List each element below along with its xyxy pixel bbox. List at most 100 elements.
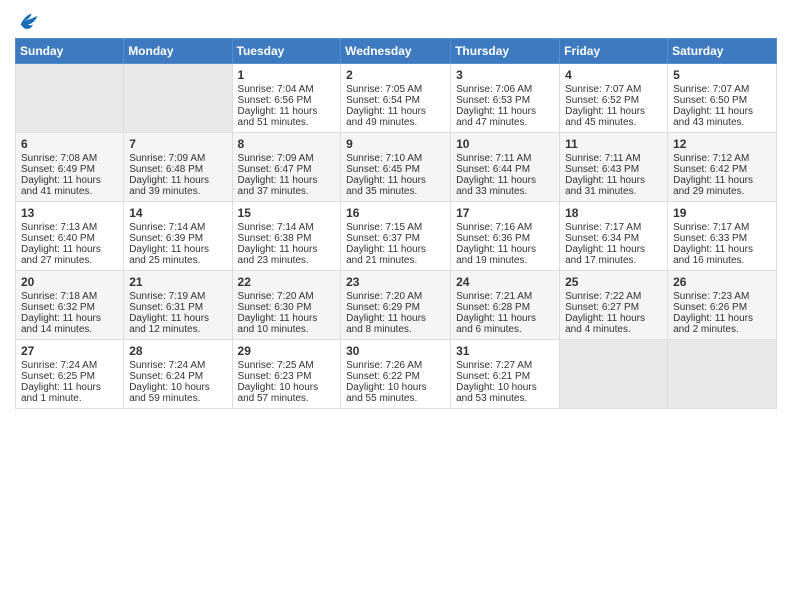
calendar-cell: 17Sunrise: 7:16 AMSunset: 6:36 PMDayligh… [451, 202, 560, 271]
day-number: 29 [238, 344, 336, 358]
calendar-cell: 6Sunrise: 7:08 AMSunset: 6:49 PMDaylight… [16, 133, 124, 202]
day-info-line: Sunrise: 7:21 AM [456, 291, 554, 302]
calendar-cell: 26Sunrise: 7:23 AMSunset: 6:26 PMDayligh… [668, 271, 777, 340]
logo-bird-icon [17, 10, 39, 32]
day-number: 6 [21, 137, 118, 151]
day-number: 3 [456, 68, 554, 82]
day-info-line: Sunrise: 7:14 AM [238, 222, 336, 233]
calendar-cell: 10Sunrise: 7:11 AMSunset: 6:44 PMDayligh… [451, 133, 560, 202]
day-info-line: Sunrise: 7:06 AM [456, 84, 554, 95]
day-number: 24 [456, 275, 554, 289]
day-info-line: Daylight: 11 hours and 31 minutes. [565, 175, 662, 197]
day-info-line: Sunrise: 7:24 AM [129, 360, 226, 371]
calendar-cell: 21Sunrise: 7:19 AMSunset: 6:31 PMDayligh… [124, 271, 232, 340]
day-info-line: Sunrise: 7:12 AM [673, 153, 771, 164]
day-info-line: Daylight: 11 hours and 47 minutes. [456, 106, 554, 128]
day-number: 19 [673, 206, 771, 220]
day-info-line: Daylight: 11 hours and 39 minutes. [129, 175, 226, 197]
day-header-monday: Monday [124, 39, 232, 64]
day-info-line: Sunrise: 7:15 AM [346, 222, 445, 233]
day-header-saturday: Saturday [668, 39, 777, 64]
day-number: 10 [456, 137, 554, 151]
day-info-line: Sunrise: 7:04 AM [238, 84, 336, 95]
day-info-line: Sunset: 6:52 PM [565, 95, 662, 106]
day-number: 21 [129, 275, 226, 289]
calendar-body: 1Sunrise: 7:04 AMSunset: 6:56 PMDaylight… [16, 64, 777, 409]
calendar-cell: 16Sunrise: 7:15 AMSunset: 6:37 PMDayligh… [341, 202, 451, 271]
calendar-cell: 23Sunrise: 7:20 AMSunset: 6:29 PMDayligh… [341, 271, 451, 340]
day-info-line: Daylight: 11 hours and 37 minutes. [238, 175, 336, 197]
day-info-line: Sunset: 6:54 PM [346, 95, 445, 106]
day-info-line: Daylight: 11 hours and 33 minutes. [456, 175, 554, 197]
calendar-cell: 9Sunrise: 7:10 AMSunset: 6:45 PMDaylight… [341, 133, 451, 202]
calendar-cell: 12Sunrise: 7:12 AMSunset: 6:42 PMDayligh… [668, 133, 777, 202]
day-info-line: Daylight: 11 hours and 16 minutes. [673, 244, 771, 266]
day-number: 13 [21, 206, 118, 220]
day-info-line: Sunset: 6:25 PM [21, 371, 118, 382]
day-info-line: Sunrise: 7:14 AM [129, 222, 226, 233]
logo [15, 10, 39, 32]
day-info-line: Daylight: 10 hours and 55 minutes. [346, 382, 445, 404]
day-info-line: Sunrise: 7:08 AM [21, 153, 118, 164]
day-info-line: Sunset: 6:48 PM [129, 164, 226, 175]
day-number: 2 [346, 68, 445, 82]
calendar-cell: 13Sunrise: 7:13 AMSunset: 6:40 PMDayligh… [16, 202, 124, 271]
day-number: 25 [565, 275, 662, 289]
day-header-tuesday: Tuesday [232, 39, 341, 64]
calendar-cell [16, 64, 124, 133]
day-info-line: Daylight: 11 hours and 51 minutes. [238, 106, 336, 128]
calendar-cell: 4Sunrise: 7:07 AMSunset: 6:52 PMDaylight… [560, 64, 668, 133]
day-number: 14 [129, 206, 226, 220]
day-info-line: Daylight: 11 hours and 4 minutes. [565, 313, 662, 335]
page-header [15, 10, 777, 32]
day-info-line: Daylight: 11 hours and 10 minutes. [238, 313, 336, 335]
day-info-line: Daylight: 11 hours and 8 minutes. [346, 313, 445, 335]
calendar-week-5: 27Sunrise: 7:24 AMSunset: 6:25 PMDayligh… [16, 340, 777, 409]
calendar-cell: 20Sunrise: 7:18 AMSunset: 6:32 PMDayligh… [16, 271, 124, 340]
day-info-line: Sunset: 6:33 PM [673, 233, 771, 244]
day-info-line: Sunset: 6:56 PM [238, 95, 336, 106]
day-number: 18 [565, 206, 662, 220]
calendar-cell: 24 Sunrise: 7:21 AMSunset: 6:28 PMDayligh… [451, 271, 560, 340]
calendar-cell: 30Sunrise: 7:26 AMSunset: 6:22 PMDayligh… [341, 340, 451, 409]
day-info-line: Sunrise: 7:19 AM [129, 291, 226, 302]
day-info-line: Daylight: 11 hours and 21 minutes. [346, 244, 445, 266]
day-info-line: Daylight: 11 hours and 25 minutes. [129, 244, 226, 266]
day-info-line: Sunrise: 7:27 AM [456, 360, 554, 371]
day-info-line: Sunrise: 7:18 AM [21, 291, 118, 302]
day-info-line: Sunrise: 7:13 AM [21, 222, 118, 233]
day-number: 16 [346, 206, 445, 220]
day-number: 28 [129, 344, 226, 358]
day-info-line: Sunset: 6:24 PM [129, 371, 226, 382]
day-info-line: Sunset: 6:36 PM [456, 233, 554, 244]
calendar-cell [668, 340, 777, 409]
day-info-line: Sunset: 6:28 PM [456, 302, 554, 313]
calendar-header: SundayMondayTuesdayWednesdayThursdayFrid… [16, 39, 777, 64]
calendar-cell: 25Sunrise: 7:22 AMSunset: 6:27 PMDayligh… [560, 271, 668, 340]
day-number: 22 [238, 275, 336, 289]
day-number: 31 [456, 344, 554, 358]
day-number: 9 [346, 137, 445, 151]
day-info-line: Daylight: 11 hours and 49 minutes. [346, 106, 445, 128]
day-number: 7 [129, 137, 226, 151]
calendar-cell: 29Sunrise: 7:25 AMSunset: 6:23 PMDayligh… [232, 340, 341, 409]
day-info-line: Sunrise: 7:20 AM [238, 291, 336, 302]
calendar-cell: 27Sunrise: 7:24 AMSunset: 6:25 PMDayligh… [16, 340, 124, 409]
day-info-line: Sunset: 6:27 PM [565, 302, 662, 313]
day-info-line: Sunrise: 7:09 AM [238, 153, 336, 164]
calendar-cell: 11Sunrise: 7:11 AMSunset: 6:43 PMDayligh… [560, 133, 668, 202]
day-number: 15 [238, 206, 336, 220]
day-info-line: Sunrise: 7:20 AM [346, 291, 445, 302]
day-info-line: Daylight: 11 hours and 6 minutes. [456, 313, 554, 335]
calendar-cell: 7Sunrise: 7:09 AMSunset: 6:48 PMDaylight… [124, 133, 232, 202]
day-info-line: Sunset: 6:23 PM [238, 371, 336, 382]
day-info-line: Daylight: 11 hours and 41 minutes. [21, 175, 118, 197]
day-info-line: Sunset: 6:26 PM [673, 302, 771, 313]
day-number: 4 [565, 68, 662, 82]
day-info-line: Sunrise: 7:05 AM [346, 84, 445, 95]
day-info-line: Daylight: 11 hours and 23 minutes. [238, 244, 336, 266]
day-info-line: Daylight: 11 hours and 14 minutes. [21, 313, 118, 335]
day-info-line: Sunset: 6:53 PM [456, 95, 554, 106]
day-info-line: Sunrise: 7:16 AM [456, 222, 554, 233]
day-info-line: Sunset: 6:21 PM [456, 371, 554, 382]
